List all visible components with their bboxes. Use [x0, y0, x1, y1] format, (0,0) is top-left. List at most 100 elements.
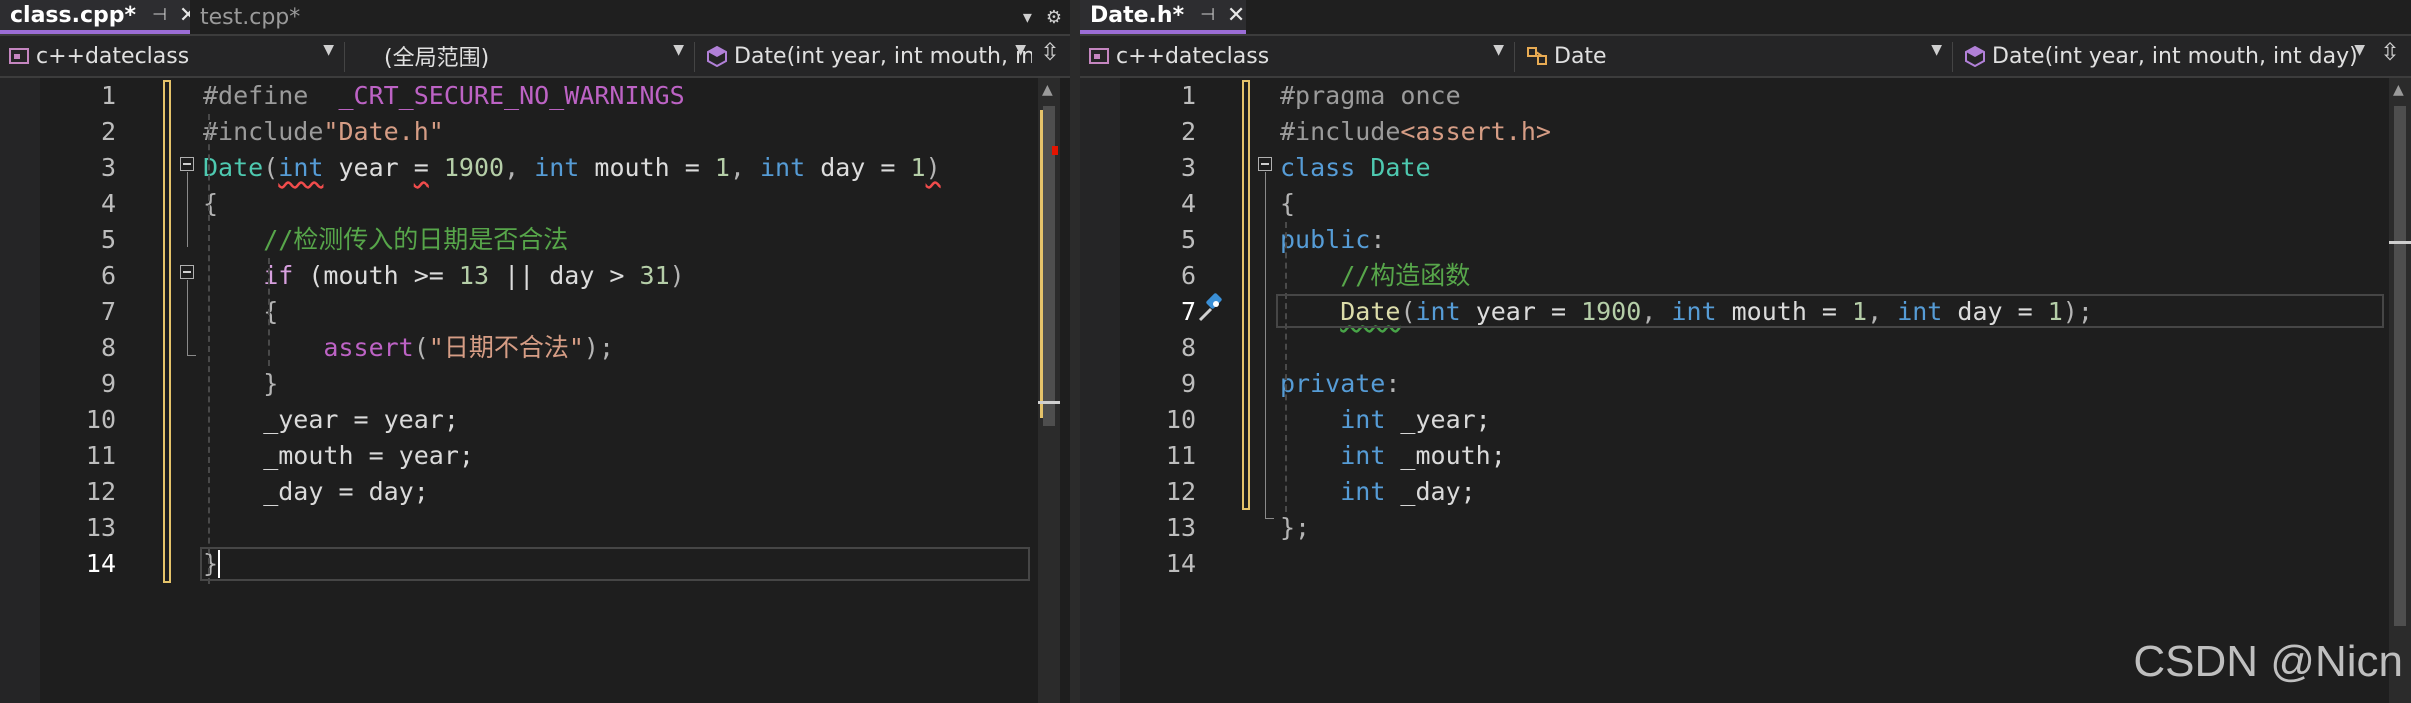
project-label: c++dateclass	[1116, 43, 1270, 69]
fold-line	[187, 172, 188, 247]
close-icon[interactable]: ✕	[1227, 3, 1245, 28]
pin-icon[interactable]: ⊣	[1200, 5, 1215, 25]
code-token: int	[534, 153, 580, 182]
code-editor[interactable]: 1 2 3 4 5 6 7 8 9 10 11 12 13 14 #pragma once #include…	[1080, 78, 2411, 703]
vertical-scrollbar[interactable]: ▲	[2389, 78, 2411, 703]
project-dropdown[interactable]: c++dateclass ▼	[0, 40, 340, 72]
scope-dropdown[interactable]: (全局范围) ▼	[350, 40, 690, 72]
line-number: 2	[1180, 117, 1196, 146]
collapse-toggle-icon[interactable]	[180, 157, 194, 171]
scroll-error-marker	[1052, 146, 1058, 155]
line-number: 1	[1180, 81, 1196, 110]
project-dropdown[interactable]: c++dateclass ▼	[1080, 40, 1510, 72]
code-line[interactable]: {	[203, 294, 278, 330]
code-token: assert	[323, 333, 414, 362]
gear-icon[interactable]: ⚙	[1046, 7, 1062, 28]
text-caret	[218, 550, 220, 578]
line-number: 10	[1165, 405, 1196, 434]
split-view-icon[interactable]: ⇳	[2380, 38, 2400, 66]
nav-divider	[1514, 42, 1515, 72]
current-line-highlight	[200, 547, 1030, 581]
code-line[interactable]: class Date	[1280, 150, 1431, 186]
code-line[interactable]: };	[1280, 510, 1310, 546]
code-line[interactable]: _year = year;	[203, 402, 459, 438]
scroll-caret-marker	[2389, 241, 2411, 244]
code-token: :	[1385, 369, 1401, 398]
chevron-down-icon: ▼	[2354, 42, 2365, 58]
indent-guide	[208, 114, 210, 584]
class-icon	[1527, 47, 1547, 65]
code-token: _CRT_SECURE_NO_WARNINGS	[338, 81, 685, 110]
nav-divider	[694, 42, 695, 72]
code-line[interactable]: _day = day;	[203, 474, 429, 510]
code-token: )	[669, 261, 685, 290]
code-token: Date	[1370, 153, 1431, 182]
tab-test-cpp[interactable]: test.cpp*	[190, 0, 368, 34]
code-token: _year = year;	[203, 405, 459, 434]
fold-line	[187, 280, 188, 355]
code-token: int	[1340, 477, 1386, 506]
code-line[interactable]: _mouth = year;	[203, 438, 474, 474]
scroll-up-icon[interactable]: ▲	[1042, 82, 1053, 98]
code-token: 1	[714, 153, 730, 182]
code-line[interactable]: #define _CRT_SECURE_NO_WARNINGS	[203, 78, 685, 114]
change-tracking-bar	[163, 80, 171, 583]
line-number: 5	[100, 225, 116, 254]
code-token: #include	[203, 117, 324, 146]
code-line[interactable]: #pragma once	[1280, 78, 1461, 114]
scope-label: Date	[1554, 43, 1607, 69]
code-line[interactable]: if (mouth >= 13 || day > 31)	[203, 258, 685, 294]
chevron-down-icon: ▼	[1931, 42, 1942, 58]
pin-icon[interactable]: ⊣	[152, 5, 167, 25]
code-line[interactable]: }	[203, 366, 278, 402]
nav-divider	[344, 42, 345, 72]
code-token: (	[413, 333, 429, 362]
code-token: {	[1280, 189, 1296, 218]
member-dropdown[interactable]: Date(int year, int mouth, int day) ▼	[1956, 40, 2371, 72]
code-token: day =	[805, 153, 911, 182]
code-editor[interactable]: 1 2 3 4 5 6 7 8 9 10 11 12 13 14 #define _CRT_SECURE_…	[0, 78, 1070, 703]
code-line[interactable]: {	[203, 186, 218, 222]
code-token: {	[203, 189, 219, 218]
line-number: 2	[100, 117, 116, 146]
code-line[interactable]: #include<assert.h>	[1280, 114, 1551, 150]
left-editor-pane: class.cpp* ⊣ ✕ test.cpp* ▾ ⚙ c++dateclas…	[0, 0, 1070, 703]
fold-line	[1265, 172, 1266, 518]
code-line[interactable]: {	[1280, 186, 1295, 222]
tab-date-h[interactable]: Date.h* ⊣ ✕	[1080, 0, 1246, 34]
code-line[interactable]: Date(int year = 1900, int mouth = 1, int…	[203, 150, 941, 186]
quick-actions-screwdriver-icon[interactable]	[1194, 292, 1228, 326]
code-line[interactable]: #include"Date.h"	[203, 114, 444, 150]
code-line[interactable]: int _day;	[1280, 474, 1475, 510]
code-token: "日期不合法"	[428, 333, 584, 362]
code-token: 13	[458, 261, 490, 290]
code-token: int	[278, 153, 324, 182]
code-token: };	[1280, 513, 1311, 542]
code-line[interactable]: private:	[1280, 366, 1400, 402]
code-token: year	[323, 153, 414, 182]
vertical-scrollbar[interactable]: ▲	[1038, 78, 1060, 703]
scrollbar-thumb[interactable]	[2394, 106, 2406, 626]
code-line[interactable]: assert("日期不合法");	[203, 330, 614, 366]
code-line[interactable]: int _mouth;	[1280, 438, 1506, 474]
code-token: "Date.h"	[323, 117, 444, 146]
tab-list-dropdown-icon[interactable]: ▾	[1023, 7, 1032, 28]
code-line[interactable]: //检测传入的日期是否合法	[203, 222, 568, 258]
code-line[interactable]: public:	[1280, 222, 1385, 258]
pane-splitter[interactable]	[1070, 0, 1080, 703]
code-line[interactable]: //构造函数	[1280, 258, 1470, 294]
line-number: 7	[1180, 297, 1196, 326]
collapse-toggle-icon[interactable]	[1258, 157, 1272, 171]
code-token: public	[1280, 225, 1371, 254]
scroll-up-icon[interactable]: ▲	[2393, 82, 2404, 98]
project-label: c++dateclass	[36, 43, 190, 69]
code-line[interactable]: int _year;	[1280, 402, 1491, 438]
tab-class-cpp[interactable]: class.cpp* ⊣ ✕	[0, 0, 197, 34]
collapse-toggle-icon[interactable]	[180, 265, 194, 279]
tab-label: test.cpp*	[200, 4, 301, 30]
member-dropdown[interactable]: Date(int year, int mouth, int ▼	[698, 40, 1032, 72]
split-view-icon[interactable]: ⇳	[1040, 38, 1060, 66]
scope-dropdown[interactable]: Date ▼	[1518, 40, 1948, 72]
